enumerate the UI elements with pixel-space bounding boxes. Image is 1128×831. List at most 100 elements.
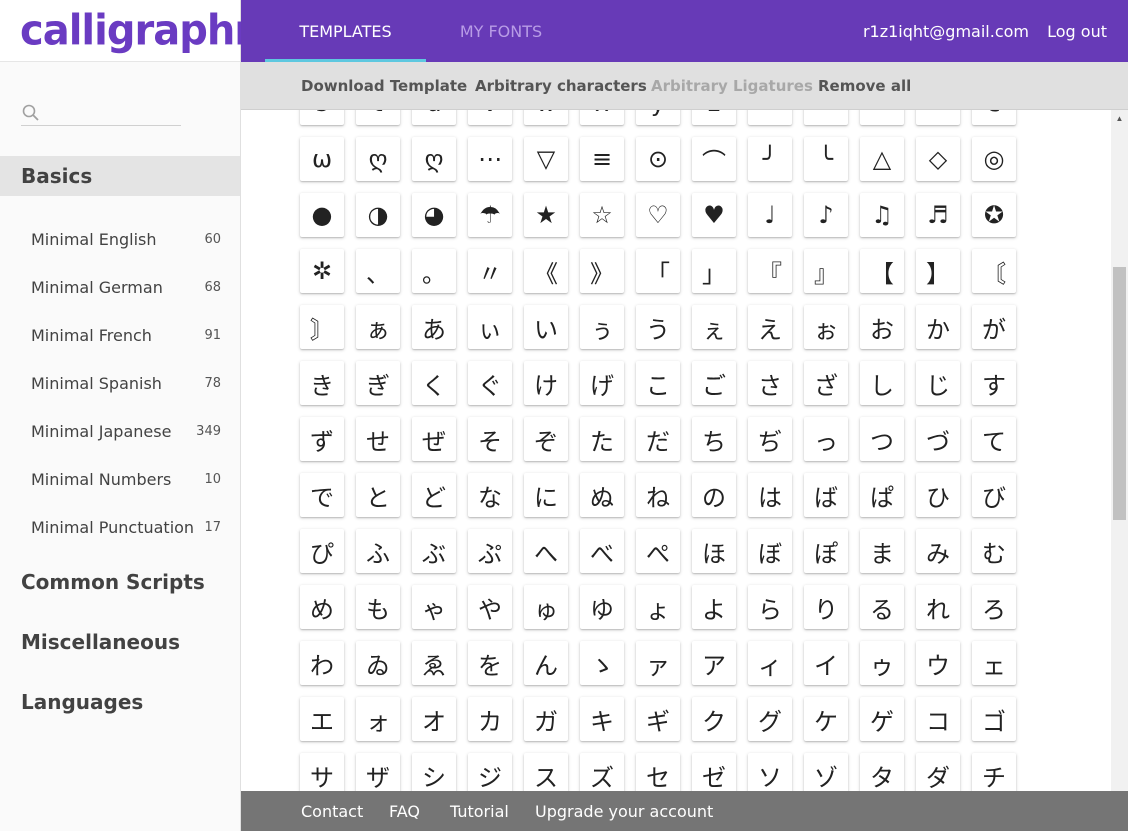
character-cell[interactable]: き bbox=[300, 361, 344, 405]
character-cell[interactable]: s bbox=[300, 110, 344, 125]
character-cell[interactable]: ◇ bbox=[916, 137, 960, 181]
character-cell[interactable]: « bbox=[748, 110, 792, 125]
character-cell[interactable]: 〃 bbox=[468, 249, 512, 293]
character-cell[interactable]: が bbox=[972, 305, 1016, 349]
character-cell[interactable]: セ bbox=[636, 753, 680, 791]
character-cell[interactable]: x bbox=[580, 110, 624, 125]
footer-link-upgrade[interactable]: Upgrade your account bbox=[535, 791, 713, 831]
user-email[interactable]: r1z1iqht@gmail.com bbox=[863, 0, 1029, 62]
character-cell[interactable]: オ bbox=[412, 697, 456, 741]
character-cell[interactable]: 【 bbox=[860, 249, 904, 293]
character-cell[interactable]: ご bbox=[692, 361, 736, 405]
character-cell[interactable]: の bbox=[692, 473, 736, 517]
tab-templates[interactable]: TEMPLATES bbox=[265, 0, 426, 62]
character-cell[interactable]: ε bbox=[972, 110, 1016, 125]
character-cell[interactable]: ◑ bbox=[356, 193, 400, 237]
logo[interactable]: calligraphr bbox=[20, 9, 254, 52]
character-cell[interactable]: ぅ bbox=[580, 305, 624, 349]
sidebar-item-minimal-english[interactable]: Minimal English 60 bbox=[31, 224, 221, 254]
character-cell[interactable]: ◕ bbox=[412, 193, 456, 237]
character-cell[interactable]: ✪ bbox=[972, 193, 1016, 237]
search-box[interactable] bbox=[21, 100, 181, 126]
character-cell[interactable]: ィ bbox=[748, 641, 792, 685]
character-cell[interactable]: 《 bbox=[524, 249, 568, 293]
character-cell[interactable]: め bbox=[300, 585, 344, 629]
character-cell[interactable]: や bbox=[468, 585, 512, 629]
character-cell[interactable]: て bbox=[972, 417, 1016, 461]
character-cell[interactable]: ぼ bbox=[748, 529, 792, 573]
character-cell[interactable]: 」 bbox=[692, 249, 736, 293]
character-cell[interactable]: す bbox=[972, 361, 1016, 405]
character-cell[interactable]: コ bbox=[916, 697, 960, 741]
character-cell[interactable]: ぺ bbox=[636, 529, 680, 573]
character-cell[interactable]: エ bbox=[300, 697, 344, 741]
character-cell[interactable]: ゥ bbox=[860, 641, 904, 685]
character-cell[interactable]: ず bbox=[300, 417, 344, 461]
character-cell[interactable]: ◎ bbox=[972, 137, 1016, 181]
character-cell[interactable]: 』 bbox=[804, 249, 848, 293]
character-cell[interactable]: べ bbox=[580, 529, 624, 573]
character-cell[interactable]: ぱ bbox=[860, 473, 904, 517]
character-cell[interactable]: っ bbox=[804, 417, 848, 461]
character-cell[interactable]: と bbox=[356, 473, 400, 517]
character-cell[interactable]: ゝ bbox=[580, 641, 624, 685]
character-cell[interactable]: ぶ bbox=[412, 529, 456, 573]
character-cell[interactable]: づ bbox=[916, 417, 960, 461]
character-cell[interactable]: 。 bbox=[412, 249, 456, 293]
character-cell[interactable]: ღ bbox=[412, 137, 456, 181]
character-cell[interactable]: ゼ bbox=[692, 753, 736, 791]
character-cell[interactable]: ぽ bbox=[804, 529, 848, 573]
character-cell[interactable]: 「 bbox=[636, 249, 680, 293]
character-cell[interactable]: み bbox=[916, 529, 960, 573]
character-cell[interactable]: ぴ bbox=[300, 529, 344, 573]
character-cell[interactable]: ス bbox=[524, 753, 568, 791]
character-cell[interactable]: は bbox=[748, 473, 792, 517]
character-cell[interactable]: だ bbox=[636, 417, 680, 461]
character-cell[interactable]: し bbox=[860, 361, 904, 405]
character-cell[interactable]: か bbox=[916, 305, 960, 349]
character-cell[interactable]: ゃ bbox=[412, 585, 456, 629]
sidebar-item-minimal-numbers[interactable]: Minimal Numbers 10 bbox=[31, 464, 221, 494]
character-cell[interactable]: ガ bbox=[524, 697, 568, 741]
character-cell[interactable]: れ bbox=[916, 585, 960, 629]
footer-link-faq[interactable]: FAQ bbox=[389, 791, 420, 831]
character-cell[interactable]: わ bbox=[300, 641, 344, 685]
character-cell[interactable]: ★ bbox=[524, 193, 568, 237]
character-cell[interactable]: ぃ bbox=[468, 305, 512, 349]
character-cell[interactable]: ほ bbox=[692, 529, 736, 573]
character-cell[interactable]: ぜ bbox=[412, 417, 456, 461]
character-cell[interactable]: こ bbox=[636, 361, 680, 405]
character-cell[interactable]: く bbox=[412, 361, 456, 405]
character-cell[interactable]: ぁ bbox=[356, 305, 400, 349]
character-cell[interactable]: ザ bbox=[356, 753, 400, 791]
logout-link[interactable]: Log out bbox=[1047, 0, 1107, 62]
footer-link-tutorial[interactable]: Tutorial bbox=[450, 791, 509, 831]
remove-all-button[interactable]: Remove all bbox=[818, 62, 911, 110]
character-cell[interactable]: ざ bbox=[804, 361, 848, 405]
character-cell[interactable]: そ bbox=[468, 417, 512, 461]
character-cell[interactable]: ゴ bbox=[972, 697, 1016, 741]
sidebar-item-minimal-japanese[interactable]: Minimal Japanese 349 bbox=[31, 416, 221, 446]
character-cell[interactable]: げ bbox=[580, 361, 624, 405]
section-basics[interactable]: Basics bbox=[0, 156, 240, 196]
character-cell[interactable]: ゲ bbox=[860, 697, 904, 741]
character-cell[interactable]: タ bbox=[860, 753, 904, 791]
scrollbar-thumb[interactable] bbox=[1113, 267, 1126, 520]
character-cell[interactable]: び bbox=[972, 473, 1016, 517]
character-cell[interactable]: ♡ bbox=[636, 193, 680, 237]
character-cell[interactable]: キ bbox=[580, 697, 624, 741]
character-cell[interactable]: も bbox=[356, 585, 400, 629]
character-cell[interactable]: ォ bbox=[356, 697, 400, 741]
character-cell[interactable]: ケ bbox=[804, 697, 848, 741]
character-cell[interactable]: カ bbox=[468, 697, 512, 741]
character-cell[interactable]: た bbox=[580, 417, 624, 461]
character-cell[interactable]: 》 bbox=[580, 249, 624, 293]
character-cell[interactable]: ぐ bbox=[468, 361, 512, 405]
character-cell[interactable]: え bbox=[748, 305, 792, 349]
character-cell[interactable]: イ bbox=[804, 641, 848, 685]
character-cell[interactable]: ろ bbox=[972, 585, 1016, 629]
character-cell[interactable]: け bbox=[524, 361, 568, 405]
sidebar-item-minimal-spanish[interactable]: Minimal Spanish 78 bbox=[31, 368, 221, 398]
character-cell[interactable]: ♬ bbox=[916, 193, 960, 237]
character-cell[interactable]: ⋯ bbox=[468, 137, 512, 181]
